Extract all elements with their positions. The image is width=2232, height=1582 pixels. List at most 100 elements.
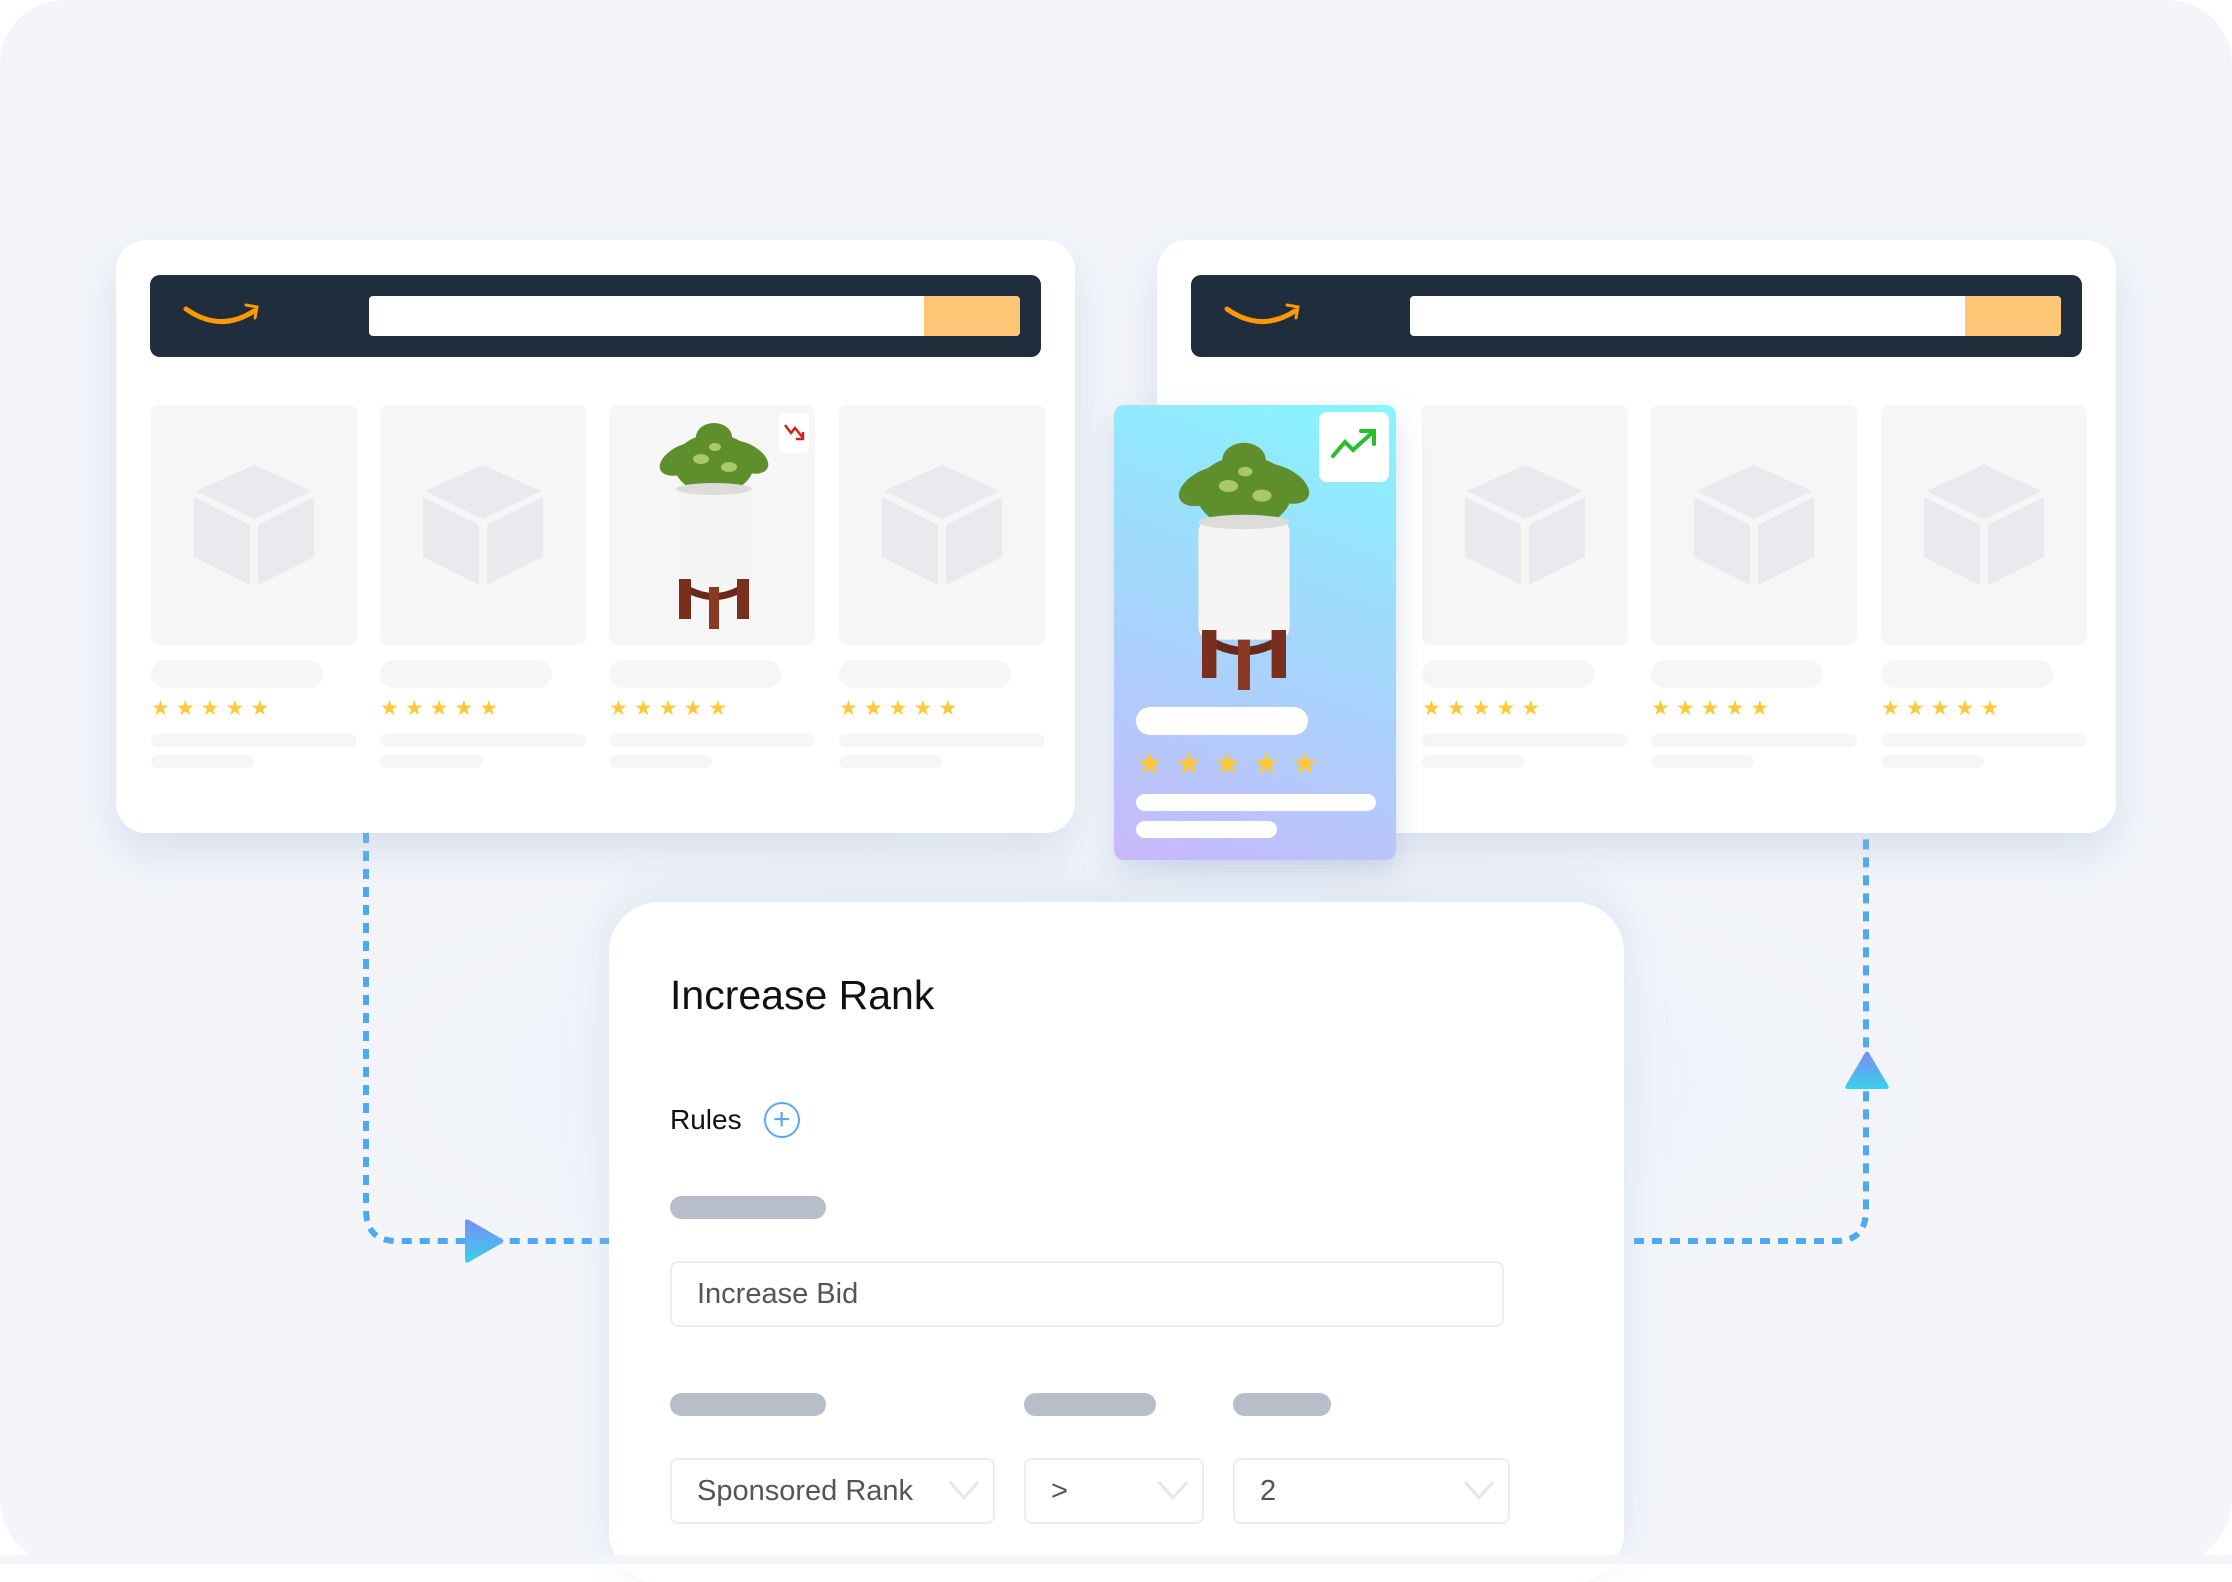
star-icon: ★ (380, 697, 399, 720)
text-placeholder (609, 734, 815, 747)
star-icon: ★ (633, 697, 653, 720)
star-rating: ★ ★ ★ ★ ★ (839, 698, 1045, 720)
star-icon: ★ (1252, 746, 1281, 781)
box-icon (423, 465, 543, 585)
star-rating: ★ ★ ★ ★ ★ (1136, 748, 1319, 780)
star-icon: ★ (175, 697, 195, 720)
metric-label-placeholder (670, 1393, 826, 1416)
text-placeholder (1422, 755, 1525, 768)
title-placeholder (1422, 660, 1594, 688)
star-icon: ★ (708, 697, 728, 720)
star-icon: ★ (1651, 697, 1670, 720)
search-bar[interactable] (1410, 296, 2061, 336)
chevron-down-icon (1463, 1481, 1495, 1501)
text-placeholder (1136, 794, 1376, 811)
action-input[interactable]: Increase Bid (670, 1261, 1504, 1327)
search-results-before-window: ★ ★ ★ ★ ★ ★ ★ ★ ★ ★ ★ ★ ★ ★ ★ ★ ★ ★ ★ ★ (116, 240, 1075, 833)
rule-panel: Increase Rank Rules + Increase Bid Spons… (609, 902, 1624, 1582)
star-rating: ★ ★ ★ ★ ★ (609, 698, 815, 720)
title-placeholder (380, 660, 552, 688)
star-icon: ★ (1174, 746, 1203, 781)
product-card[interactable]: ★ ★ ★ ★ ★ (1422, 405, 1628, 768)
product-image-placeholder (1881, 405, 2087, 645)
product-image-placeholder (1651, 405, 1857, 645)
product-image (609, 405, 815, 645)
star-icon: ★ (200, 697, 220, 720)
rules-label: Rules (670, 1104, 742, 1135)
add-rule-button[interactable]: + (763, 1102, 800, 1138)
product-card-plant[interactable]: ★ ★ ★ ★ ★ (609, 405, 815, 768)
metric-select-value: Sponsored Rank (697, 1475, 914, 1507)
title-placeholder (151, 660, 323, 688)
star-icon: ★ (1136, 746, 1164, 781)
star-icon: ★ (250, 697, 270, 720)
product-card[interactable]: ★ ★ ★ ★ ★ (1881, 405, 2087, 768)
search-bar[interactable] (369, 296, 1020, 336)
value-select[interactable]: 2 (1233, 1458, 1510, 1524)
trend-up-icon (1331, 429, 1376, 458)
text-placeholder (839, 734, 1045, 747)
search-button[interactable] (1965, 296, 2061, 336)
star-rating: ★ ★ ★ ★ ★ (380, 698, 586, 720)
potted-plant-image (659, 423, 769, 629)
star-icon: ★ (1213, 746, 1242, 781)
search-button[interactable] (924, 296, 1020, 336)
star-icon: ★ (1521, 697, 1541, 720)
text-placeholder (839, 755, 942, 768)
box-icon (1924, 465, 2044, 585)
star-icon: ★ (1471, 697, 1491, 720)
star-icon: ★ (429, 697, 449, 720)
text-placeholder (1651, 755, 1754, 768)
value-label-placeholder (1233, 1393, 1331, 1416)
star-rating: ★ ★ ★ ★ ★ (151, 698, 357, 720)
star-icon: ★ (863, 697, 883, 720)
star-icon: ★ (479, 697, 499, 720)
product-image-placeholder (1422, 405, 1628, 645)
trend-down-icon (784, 424, 805, 441)
product-card[interactable]: ★ ★ ★ ★ ★ (839, 405, 1045, 768)
chevron-down-icon (1157, 1481, 1189, 1501)
chevron-down-icon (948, 1481, 980, 1501)
star-icon: ★ (1675, 697, 1695, 720)
text-placeholder (151, 734, 357, 747)
amazon-smile-icon (1224, 303, 1300, 324)
amazon-header (150, 275, 1041, 357)
bottom-strip (0, 1555, 2232, 1564)
text-placeholder (609, 755, 712, 768)
text-placeholder (380, 734, 586, 747)
operator-select[interactable]: > (1024, 1458, 1204, 1524)
star-rating: ★ ★ ★ ★ ★ (1881, 698, 2087, 720)
value-select-value: 2 (1260, 1475, 1277, 1507)
box-icon (1465, 465, 1585, 585)
title-placeholder (839, 660, 1011, 688)
star-icon: ★ (609, 697, 628, 720)
star-icon: ★ (1905, 697, 1925, 720)
metric-select[interactable]: Sponsored Rank (670, 1458, 995, 1524)
star-icon: ★ (404, 697, 424, 720)
text-placeholder (1651, 734, 1857, 747)
rules-header: Rules + (670, 1102, 800, 1138)
product-card[interactable]: ★ ★ ★ ★ ★ (1651, 405, 1857, 768)
star-icon: ★ (454, 697, 474, 720)
star-rating: ★ ★ ★ ★ ★ (1651, 698, 1857, 720)
star-icon: ★ (1700, 697, 1720, 720)
text-placeholder (1881, 755, 1984, 768)
star-icon: ★ (938, 697, 958, 720)
title-placeholder (1136, 707, 1308, 735)
box-icon (882, 465, 1002, 585)
star-icon: ★ (658, 697, 678, 720)
promoted-product-card[interactable]: ★ ★ ★ ★ ★ (1114, 405, 1396, 860)
star-icon: ★ (1750, 697, 1770, 720)
star-icon: ★ (839, 697, 858, 720)
product-card[interactable]: ★ ★ ★ ★ ★ (151, 405, 357, 768)
text-placeholder (1422, 734, 1628, 747)
operator-select-value: > (1051, 1475, 1068, 1507)
star-icon: ★ (1422, 697, 1441, 720)
text-placeholder (1136, 821, 1277, 838)
star-icon: ★ (1881, 697, 1900, 720)
rank-trend-badge (779, 413, 809, 453)
star-rating: ★ ★ ★ ★ ★ (1422, 698, 1628, 720)
product-card[interactable]: ★ ★ ★ ★ ★ (380, 405, 586, 768)
text-placeholder (1881, 734, 2087, 747)
arrow-right-icon (465, 1219, 504, 1263)
